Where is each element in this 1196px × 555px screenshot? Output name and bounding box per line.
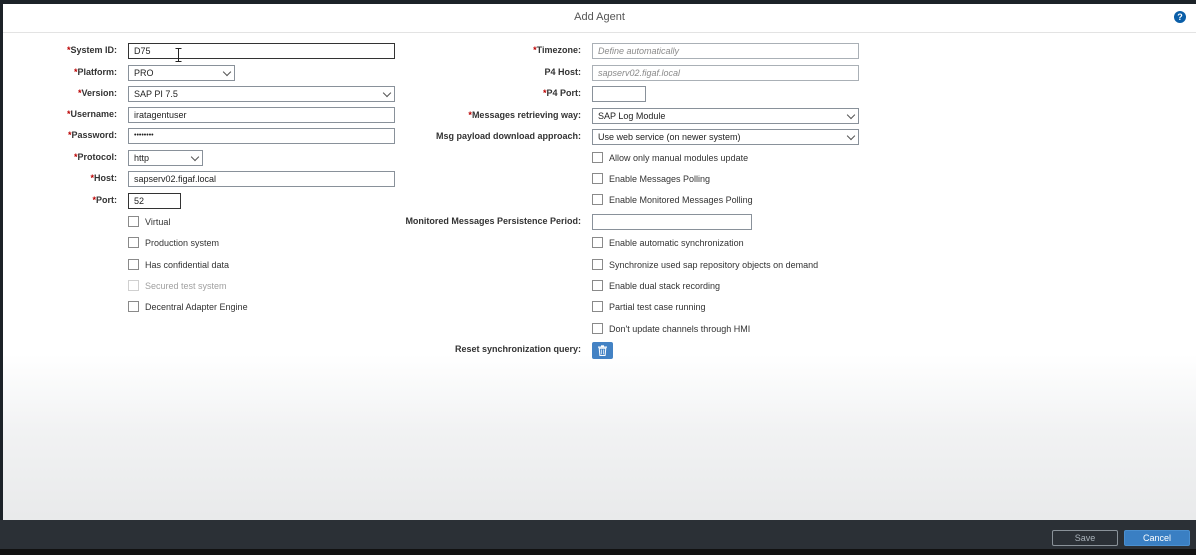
p4-host-label: P4 Host:: [544, 67, 581, 77]
manual-modules-checkbox[interactable]: Allow only manual modules update: [592, 152, 749, 164]
reset-query-label: Reset synchronization query:: [454, 344, 581, 354]
persistence-period-label: Monitored Messages Persistence Period:: [405, 216, 581, 226]
checkbox-label: Don't update channels through HMI: [609, 324, 751, 334]
production-system-checkbox[interactable]: Production system: [128, 237, 220, 249]
checkbox-label: Enable automatic synchronization: [609, 238, 744, 248]
messages-polling-checkbox[interactable]: Enable Messages Polling: [592, 173, 711, 185]
reset-query-button[interactable]: [592, 342, 613, 359]
confidential-data-checkbox[interactable]: Has confidential data: [128, 259, 230, 271]
decentral-adapter-engine-checkbox[interactable]: Decentral Adapter Engine: [128, 301, 248, 313]
checkbox-label: Synchronize used sap repository objects …: [609, 260, 819, 270]
msg-payload-select[interactable]: Use web service (on newer system): [592, 129, 859, 145]
virtual-checkbox[interactable]: Virtual: [128, 216, 171, 228]
checkbox-box[interactable]: [128, 237, 139, 249]
save-button[interactable]: Save: [1052, 530, 1118, 546]
checkbox-box[interactable]: [592, 323, 603, 335]
checkbox-box[interactable]: [128, 259, 139, 271]
help-icon[interactable]: ?: [1174, 11, 1186, 23]
system-id-label: *System ID:: [66, 45, 117, 55]
version-label: *Version:: [77, 88, 117, 98]
chevron-down-icon: [846, 131, 856, 141]
timezone-input[interactable]: Define automatically: [592, 43, 859, 59]
password-input[interactable]: ••••••••: [128, 128, 395, 144]
chevron-down-icon: [190, 152, 200, 162]
p4-port-input[interactable]: [592, 86, 646, 102]
port-input[interactable]: 52: [128, 193, 181, 209]
checkbox-box[interactable]: [592, 194, 603, 206]
dialog-title: Add Agent: [574, 11, 625, 23]
platform-value: PRO: [134, 68, 154, 78]
chevron-down-icon: [222, 67, 232, 77]
checkbox-label: Enable Monitored Messages Polling: [609, 195, 753, 205]
p4-host-input[interactable]: sapserv02.figaf.local: [592, 65, 859, 81]
dual-stack-recording-checkbox[interactable]: Enable dual stack recording: [592, 280, 721, 292]
sync-repository-checkbox[interactable]: Synchronize used sap repository objects …: [592, 259, 819, 271]
add-agent-dialog: Add Agent ? *System ID: D75 *Platform: P…: [3, 4, 1196, 549]
platform-select[interactable]: PRO: [128, 65, 235, 81]
protocol-value: http: [134, 153, 150, 163]
version-select[interactable]: SAP PI 7.5: [128, 86, 395, 102]
persistence-period-input[interactable]: [592, 214, 752, 230]
port-label: *Port:: [92, 195, 117, 205]
checkbox-box[interactable]: [128, 301, 139, 313]
msg-payload-label: Msg payload download approach:: [435, 131, 581, 141]
checkbox-label: Has confidential data: [145, 260, 230, 270]
checkbox-label: Enable Messages Polling: [609, 174, 711, 184]
checkbox-box[interactable]: [128, 216, 139, 228]
hmi-channels-checkbox[interactable]: Don't update channels through HMI: [592, 323, 751, 335]
window-bottom-edge: [0, 549, 1196, 555]
messages-retrieving-select[interactable]: SAP Log Module: [592, 108, 859, 124]
cancel-button[interactable]: Cancel: [1124, 530, 1190, 546]
host-input[interactable]: sapserv02.figaf.local: [128, 171, 395, 187]
monitored-messages-polling-checkbox[interactable]: Enable Monitored Messages Polling: [592, 194, 753, 206]
msg-payload-value: Use web service (on newer system): [598, 132, 741, 142]
checkbox-box[interactable]: [592, 173, 603, 185]
checkbox-label: Decentral Adapter Engine: [145, 302, 248, 312]
dialog-footer: [0, 520, 1196, 549]
secured-test-system-checkbox: Secured test system: [128, 280, 227, 292]
host-label: *Host:: [90, 173, 117, 183]
timezone-label: *Timezone:: [533, 45, 581, 55]
checkbox-box: [128, 280, 139, 292]
checkbox-label: Virtual: [145, 217, 171, 227]
checkbox-box[interactable]: [592, 152, 603, 164]
title-divider: [3, 32, 1196, 33]
checkbox-box[interactable]: [592, 280, 603, 292]
version-value: SAP PI 7.5: [134, 89, 178, 99]
password-label: *Password:: [67, 130, 117, 140]
system-id-input[interactable]: D75: [128, 43, 395, 59]
platform-label: *Platform:: [73, 67, 117, 77]
protocol-label: *Protocol:: [73, 152, 117, 162]
messages-retrieving-value: SAP Log Module: [598, 111, 666, 121]
checkbox-label: Allow only manual modules update: [609, 153, 749, 163]
protocol-select[interactable]: http: [128, 150, 203, 166]
checkbox-label: Enable dual stack recording: [609, 281, 721, 291]
automatic-sync-checkbox[interactable]: Enable automatic synchronization: [592, 237, 744, 249]
username-input[interactable]: iratagentuser: [128, 107, 395, 123]
checkbox-label: Partial test case running: [609, 302, 706, 312]
checkbox-label: Production system: [145, 238, 220, 248]
messages-retrieving-label: *Messages retrieving way:: [468, 110, 581, 120]
p4-port-label: *P4 Port:: [542, 88, 581, 98]
checkbox-box[interactable]: [592, 301, 603, 313]
trash-icon: [598, 345, 607, 356]
checkbox-label: Secured test system: [145, 281, 227, 291]
username-label: *Username:: [66, 109, 117, 119]
checkbox-box[interactable]: [592, 259, 603, 271]
checkbox-box[interactable]: [592, 237, 603, 249]
text-cursor-icon: [175, 48, 182, 62]
partial-test-case-checkbox[interactable]: Partial test case running: [592, 301, 706, 313]
chevron-down-icon: [846, 110, 856, 120]
